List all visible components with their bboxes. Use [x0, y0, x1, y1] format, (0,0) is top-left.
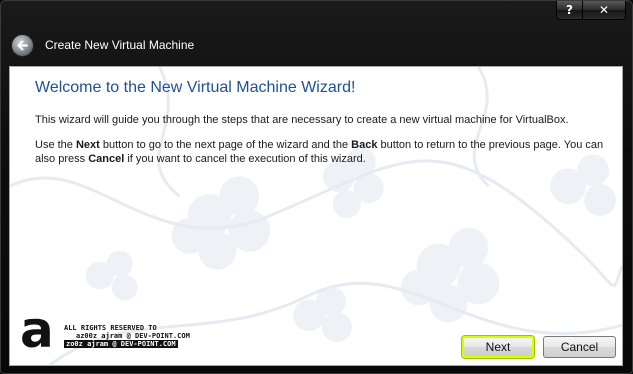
watermark-line-3: zo0z ajram @ DEV-POINT.COM: [64, 340, 178, 348]
back-button[interactable]: [11, 33, 34, 57]
next-button[interactable]: Next: [462, 336, 534, 358]
watermark-line-1: ALL RIGHTS RESERVED TO: [64, 324, 157, 332]
watermark-letter: a: [20, 301, 54, 359]
title-bar: Create New Virtual Machine: [11, 33, 194, 57]
watermark-logo: a ALL RIGHTS RESERVED TO az00z ajram @ D…: [20, 301, 220, 359]
cancel-button[interactable]: Cancel: [543, 336, 616, 358]
wizard-window: ? ✕ Create New Virtual Machine Welcome t…: [0, 0, 633, 374]
help-icon: ?: [566, 3, 573, 17]
wizard-page: Welcome to the New Virtual Machine Wizar…: [9, 66, 623, 366]
watermark-line-2: az00z ajram @ DEV-POINT.COM: [76, 332, 190, 340]
cancel-keyword: Cancel: [88, 153, 125, 165]
wizard-instructions-text: Use the Next button to go to the next pa…: [35, 139, 604, 165]
wizard-intro-text: This wizard will guide you through the s…: [35, 114, 569, 126]
window-controls: ? ✕: [556, 1, 626, 20]
close-icon: ✕: [598, 3, 610, 17]
back-keyword: Back: [351, 139, 378, 151]
back-arrow-icon: [17, 40, 28, 50]
help-button[interactable]: ?: [556, 1, 583, 20]
close-button[interactable]: ✕: [583, 1, 626, 20]
next-keyword: Next: [75, 139, 100, 151]
wizard-heading: Welcome to the New Virtual Machine Wizar…: [35, 79, 356, 96]
window-title: Create New Virtual Machine: [45, 38, 195, 52]
